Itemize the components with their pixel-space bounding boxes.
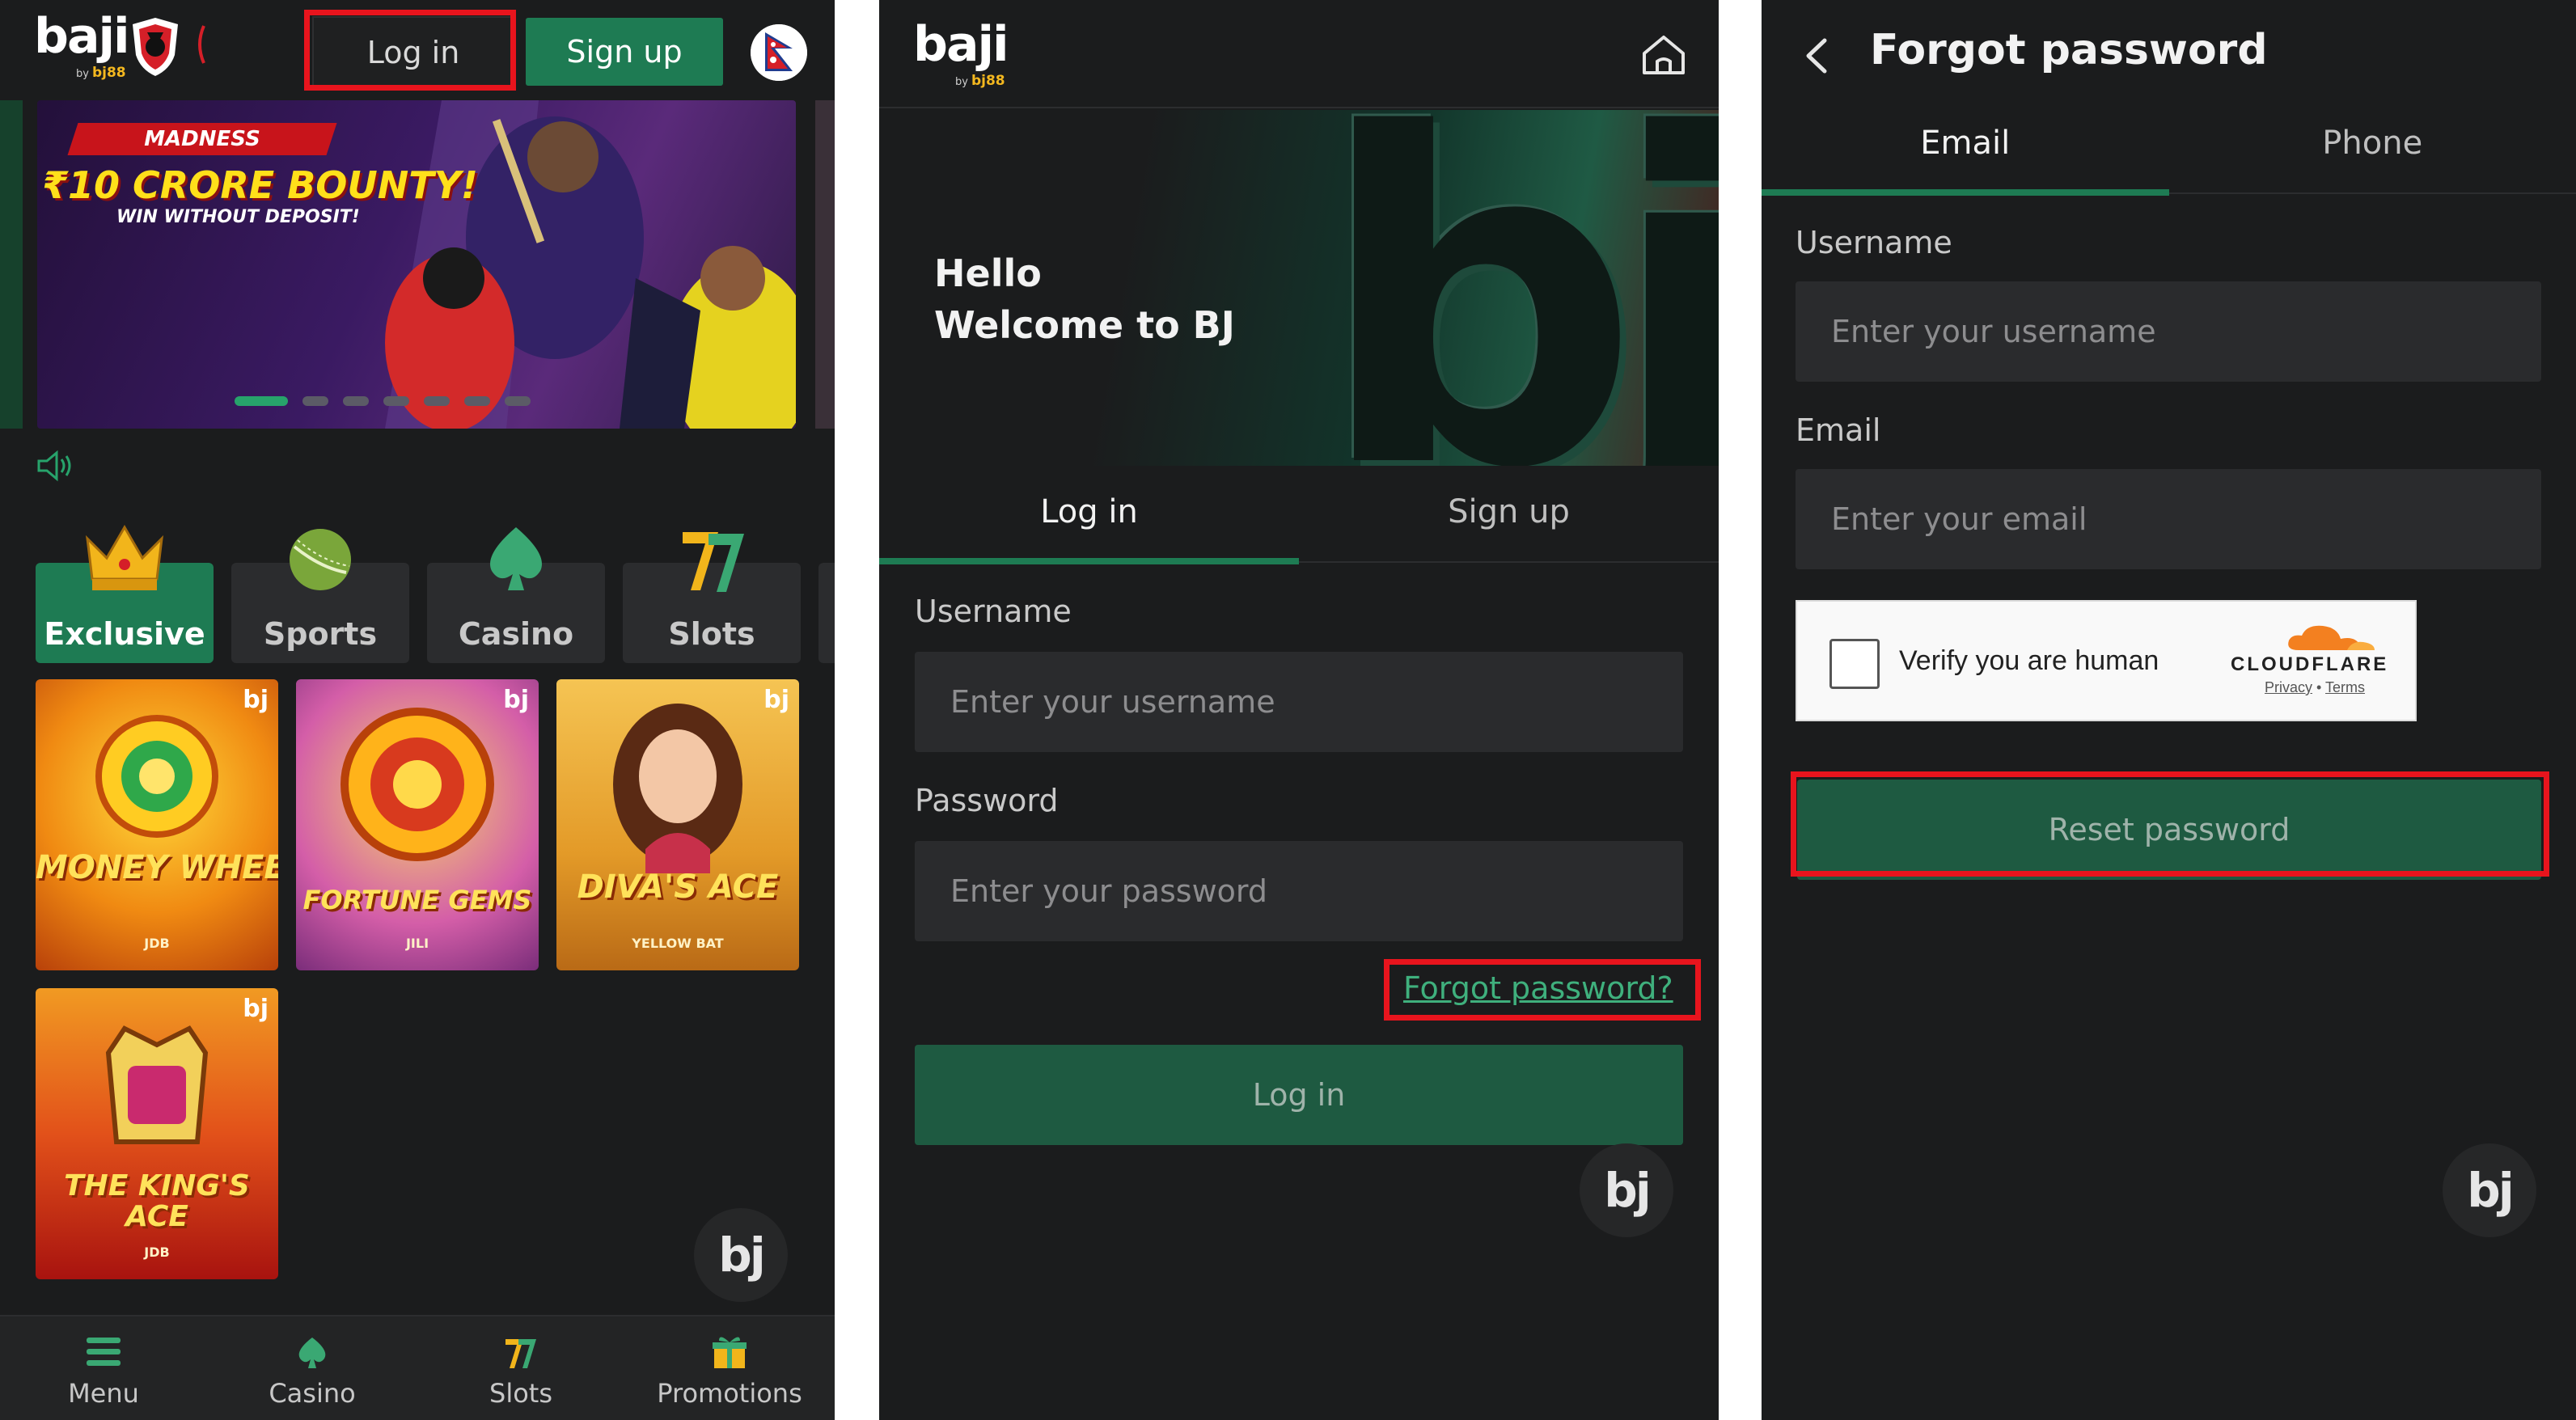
club-crest-icon: [133, 18, 178, 76]
category-exclusive[interactable]: Exclusive: [36, 525, 214, 663]
category-sports[interactable]: Sports: [231, 529, 409, 663]
tab-login[interactable]: Log in: [879, 466, 1299, 564]
username-input[interactable]: [915, 652, 1683, 752]
crown-icon: [85, 525, 164, 590]
kings-crest-icon: [105, 1025, 209, 1144]
captcha-label: Verify you are human: [1899, 645, 2159, 676]
spade-icon: [298, 1338, 326, 1368]
captcha-privacy-link[interactable]: Privacy: [2265, 679, 2312, 695]
game-tile-divas-ace[interactable]: DIVA'S ACE bj YELLOW BAT: [556, 679, 799, 970]
captcha-terms-link[interactable]: Terms: [2325, 679, 2365, 695]
tab-signup[interactable]: Sign up: [1299, 466, 1719, 563]
captcha-checkbox[interactable]: [1829, 639, 1880, 689]
password-label: Password: [915, 783, 1059, 818]
home-icon[interactable]: [1639, 32, 1688, 78]
hero-welcome: Welcome to BJ: [934, 303, 1235, 347]
back-chevron-icon[interactable]: [1802, 37, 1829, 74]
baji-logo[interactable]: baji by bj88: [913, 16, 1009, 89]
welcome-hero: bj Hello Welcome to BJ: [879, 110, 1719, 466]
game-tile-kings-ace[interactable]: THE KING'S ACE bj JDB: [36, 988, 278, 1279]
nav-casino[interactable]: Casino: [231, 1334, 393, 1409]
diva-character-icon: [613, 704, 742, 873]
home-screen: baji by bj88 Log in Sign up MADNESS ₹10 …: [0, 0, 835, 1420]
forgot-header: Forgot password: [1762, 0, 2576, 105]
banner-prev-peek[interactable]: [0, 100, 23, 429]
banner-tag: MADNESS: [67, 123, 337, 155]
slot-seven-icon: [683, 532, 744, 592]
bj-floating-button[interactable]: bj: [2443, 1143, 2536, 1237]
tab-email[interactable]: Email: [1762, 97, 2169, 196]
cricket-ball-icon: [290, 529, 351, 590]
money-wheel-icon: [95, 715, 218, 838]
pagination-dot[interactable]: [464, 396, 490, 406]
banner-headline: ₹10 CRORE BOUNTY!: [42, 163, 478, 207]
nav-promotions[interactable]: Promotions: [649, 1334, 810, 1409]
pagination-dot[interactable]: [302, 396, 328, 406]
nav-slots[interactable]: Slots: [440, 1334, 602, 1409]
game-tile-fortune-gems[interactable]: FORTUNE GEMS bj JILI: [296, 679, 539, 970]
recovery-method-tabs: Email Phone: [1762, 97, 2576, 196]
gift-icon: [713, 1337, 747, 1368]
bottom-navigation: Menu Casino Slots Promotions: [0, 1315, 835, 1420]
login-submit-button[interactable]: Log in: [915, 1045, 1683, 1145]
password-input[interactable]: [915, 841, 1683, 941]
reset-password-button[interactable]: Reset password: [1797, 780, 2541, 880]
login-tabs: Log in Sign up: [879, 466, 1719, 564]
home-header: baji by bj88 Log in Sign up: [0, 0, 835, 99]
email-input[interactable]: [1796, 469, 2541, 569]
category-slots[interactable]: Slots: [623, 532, 801, 663]
pagination-dot[interactable]: [424, 396, 450, 406]
spade-icon: [490, 527, 542, 590]
email-label: Email: [1796, 412, 1881, 448]
category-more-peek[interactable]: [818, 563, 835, 663]
hero-greeting: Hello: [934, 251, 1042, 295]
forgot-password-screen: Forgot password Email Phone Username Ema…: [1762, 0, 2576, 1420]
page-title: Forgot password: [1870, 26, 2268, 74]
signup-button[interactable]: Sign up: [526, 18, 723, 86]
baji-logo[interactable]: baji by bj88: [34, 8, 130, 81]
bj-floating-button[interactable]: bj: [694, 1208, 788, 1302]
slot-seven-icon: [505, 1339, 536, 1368]
username-label: Username: [915, 594, 1072, 629]
username-input[interactable]: [1796, 281, 2541, 382]
banner-next-peek[interactable]: [815, 100, 835, 429]
pagination-dot[interactable]: [235, 396, 288, 406]
username-label: Username: [1796, 225, 1952, 260]
cloudflare-captcha: Verify you are human CLOUDFLARE Privacy …: [1796, 600, 2417, 721]
category-casino[interactable]: Casino: [427, 527, 605, 663]
pagination-dot[interactable]: [505, 396, 531, 406]
nepal-flag-icon[interactable]: [751, 24, 807, 81]
nav-menu[interactable]: Menu: [23, 1334, 184, 1409]
announcement-speaker-icon[interactable]: [36, 450, 74, 482]
forgot-password-link[interactable]: Forgot password?: [1403, 970, 1673, 1006]
login-button[interactable]: Log in: [312, 16, 514, 89]
login-screen: baji by bj88 bj Hello Welcome to BJ Log i…: [879, 0, 1719, 1420]
promo-banner[interactable]: MADNESS ₹10 CRORE BOUNTY! WIN WITHOUT DE…: [37, 100, 796, 429]
fortune-wheel-icon: [341, 708, 494, 861]
banner-pagination: [235, 396, 531, 406]
captcha-links: Privacy • Terms: [2265, 679, 2366, 695]
bj-floating-button[interactable]: bj: [1580, 1143, 1673, 1237]
pagination-dot[interactable]: [383, 396, 409, 406]
cloudflare-wordmark: CLOUDFLARE: [2231, 653, 2389, 675]
tab-phone[interactable]: Phone: [2169, 97, 2576, 194]
bj-hero-logo-icon: bj: [1316, 110, 1719, 466]
login-header: baji by bj88: [879, 0, 1719, 108]
menu-icon: [87, 1338, 121, 1366]
banner-subline: WIN WITHOUT DEPOSIT!: [116, 207, 360, 227]
cloudflare-cloud-icon: [2288, 625, 2375, 650]
game-tile-money-wheel[interactable]: MONEY WHEEL bj JDB: [36, 679, 278, 970]
header-separator-icon: [198, 25, 205, 64]
pagination-dot[interactable]: [343, 396, 369, 406]
